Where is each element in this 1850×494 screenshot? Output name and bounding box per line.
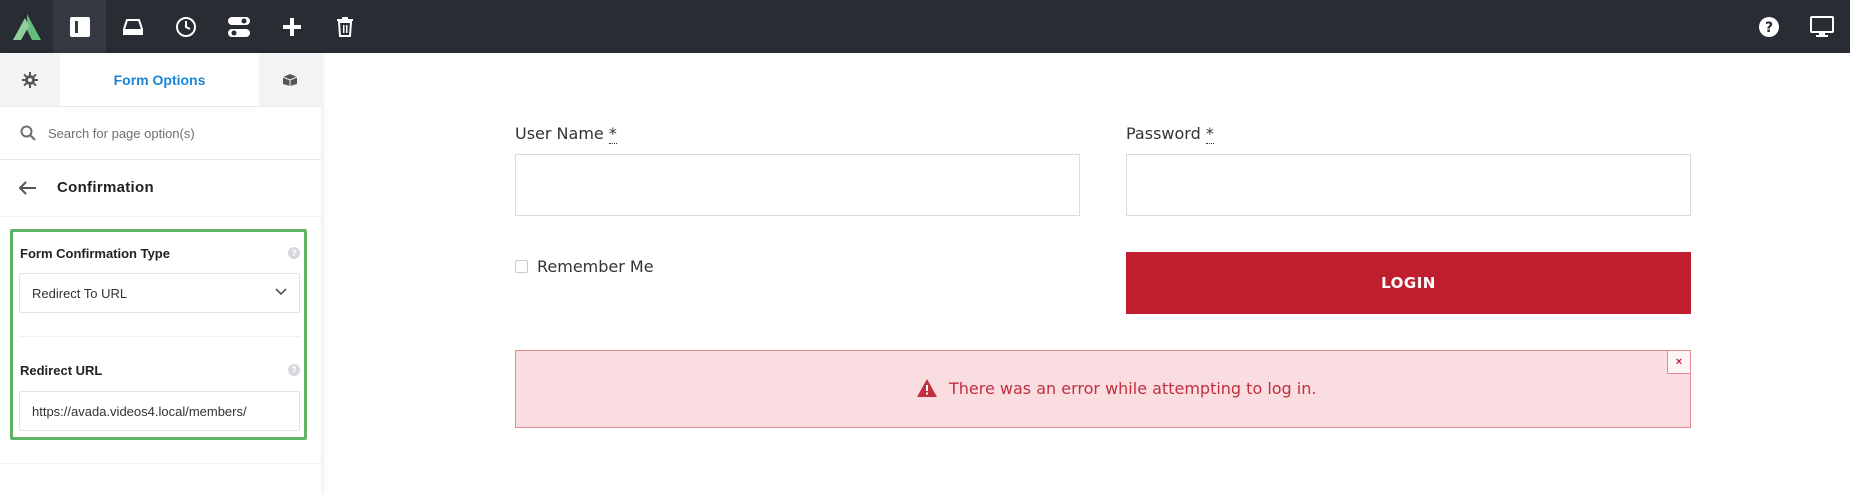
box-icon xyxy=(282,73,298,86)
close-alert-button[interactable]: × xyxy=(1667,350,1691,374)
add-icon[interactable] xyxy=(265,0,318,53)
library-icon[interactable] xyxy=(106,0,159,53)
svg-text:?: ? xyxy=(1764,20,1772,36)
search-input[interactable] xyxy=(48,121,298,145)
option-search xyxy=(0,107,321,160)
history-icon[interactable] xyxy=(159,0,212,53)
section-title: Confirmation xyxy=(57,179,154,196)
toggles-icon[interactable] xyxy=(212,0,265,53)
help-tooltip-icon[interactable]: ? xyxy=(288,364,300,376)
sidebar-toggle-icon[interactable] xyxy=(53,0,106,53)
tab-form-options[interactable]: Form Options xyxy=(60,53,259,106)
avada-logo-icon[interactable] xyxy=(0,0,53,53)
redirect-url-input[interactable] xyxy=(19,391,300,431)
redirect-url-label: Redirect URL xyxy=(20,363,103,378)
sidebar-tabs: Form Options xyxy=(0,53,321,107)
top-toolbar: ? xyxy=(0,0,1850,53)
back-arrow-icon[interactable] xyxy=(19,181,37,195)
chevron-down-icon xyxy=(275,288,287,296)
tab-layout[interactable] xyxy=(259,53,321,106)
search-icon xyxy=(20,125,36,141)
warning-icon xyxy=(917,379,937,397)
remember-me-checkbox[interactable] xyxy=(515,260,528,273)
error-message: There was an error while attempting to l… xyxy=(949,379,1317,398)
required-mark: * xyxy=(608,124,617,144)
section-header: Confirmation xyxy=(0,160,321,217)
login-button[interactable]: LOGIN xyxy=(1126,252,1691,314)
preview-icon[interactable] xyxy=(1795,0,1848,53)
help-tooltip-icon[interactable]: ? xyxy=(288,247,300,259)
divider xyxy=(0,463,321,464)
required-mark: * xyxy=(1205,124,1214,144)
password-label: Password * xyxy=(1126,124,1214,144)
select-value: Redirect To URL xyxy=(32,286,128,301)
trash-icon[interactable] xyxy=(318,0,371,53)
username-label: User Name * xyxy=(515,124,617,144)
divider xyxy=(19,336,300,337)
tab-settings[interactable] xyxy=(0,53,60,106)
gear-icon xyxy=(22,71,38,88)
password-input[interactable] xyxy=(1126,154,1691,216)
confirmation-type-label: Form Confirmation Type xyxy=(20,246,170,261)
username-input[interactable] xyxy=(515,154,1080,216)
error-alert: There was an error while attempting to l… xyxy=(515,350,1691,428)
help-icon[interactable]: ? xyxy=(1742,0,1795,53)
remember-me-label[interactable]: Remember Me xyxy=(537,257,654,276)
confirmation-type-select[interactable]: Redirect To URL xyxy=(19,273,300,313)
